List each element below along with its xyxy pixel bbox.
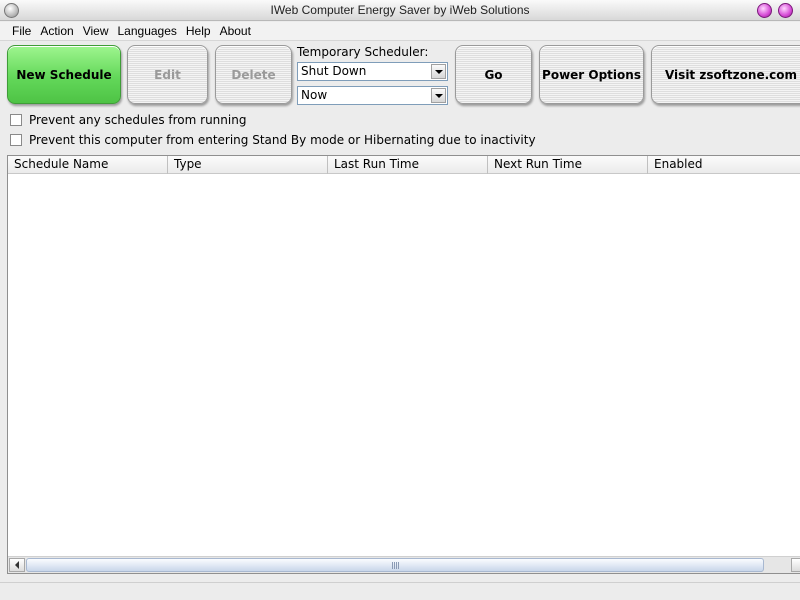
grip-icon: [391, 561, 399, 569]
prevent-schedules-checkbox[interactable]: [10, 114, 22, 126]
menu-action[interactable]: Action: [36, 24, 77, 38]
visit-website-button[interactable]: Visit zsoftzone.com: [651, 45, 800, 104]
menu-bar: File Action View Languages Help About: [0, 22, 800, 41]
prevent-schedules-label: Prevent any schedules from running: [29, 113, 247, 127]
scheduler-action-select[interactable]: Shut Down: [297, 62, 448, 81]
list-header: Schedule Name Type Last Run Time Next Ru…: [8, 156, 800, 174]
menu-view[interactable]: View: [79, 24, 113, 38]
prevent-standby-label: Prevent this computer from entering Stan…: [29, 133, 536, 147]
menu-about[interactable]: About: [216, 24, 255, 38]
delete-button[interactable]: Delete: [215, 45, 292, 104]
menu-languages[interactable]: Languages: [114, 24, 181, 38]
window-title: IWeb Computer Energy Saver by iWeb Solut…: [270, 3, 530, 17]
scrollbar-thumb[interactable]: [26, 558, 764, 572]
prevent-schedules-option[interactable]: Prevent any schedules from running: [10, 113, 246, 127]
prevent-standby-checkbox[interactable]: [10, 134, 22, 146]
temporary-scheduler-label: Temporary Scheduler:: [297, 45, 429, 59]
column-type[interactable]: Type: [168, 156, 328, 174]
scroll-left-icon[interactable]: [9, 558, 25, 572]
menu-file[interactable]: File: [8, 24, 35, 38]
chevron-down-icon[interactable]: [431, 88, 446, 103]
status-bar: [0, 582, 800, 600]
scroll-right-icon[interactable]: [791, 558, 800, 572]
chevron-down-icon[interactable]: [431, 64, 446, 79]
horizontal-scrollbar[interactable]: [8, 556, 800, 573]
column-enabled[interactable]: Enabled: [648, 156, 800, 174]
column-next-run-time[interactable]: Next Run Time: [488, 156, 648, 174]
prevent-standby-option[interactable]: Prevent this computer from entering Stan…: [10, 133, 536, 147]
column-last-run-time[interactable]: Last Run Time: [328, 156, 488, 174]
scheduler-time-value: Now: [301, 88, 328, 102]
close-icon[interactable]: [778, 3, 793, 18]
new-schedule-button[interactable]: New Schedule: [7, 45, 121, 104]
go-button[interactable]: Go: [455, 45, 532, 104]
power-options-button[interactable]: Power Options: [539, 45, 644, 104]
scheduler-time-select[interactable]: Now: [297, 86, 448, 105]
title-bar: IWeb Computer Energy Saver by iWeb Solut…: [0, 0, 800, 21]
column-schedule-name[interactable]: Schedule Name: [8, 156, 168, 174]
edit-button[interactable]: Edit: [127, 45, 208, 104]
minimize-icon[interactable]: [757, 3, 772, 18]
menu-help[interactable]: Help: [182, 24, 215, 38]
schedule-list[interactable]: Schedule Name Type Last Run Time Next Ru…: [7, 155, 800, 574]
scheduler-action-value: Shut Down: [301, 64, 367, 78]
